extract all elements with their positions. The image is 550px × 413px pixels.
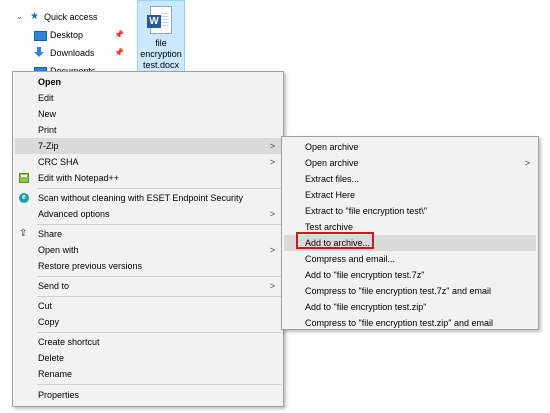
menu-item-open[interactable]: Open — [15, 74, 281, 90]
navigation-pane: ⌄ ★ Quick access Desktop 📌 Downloads 📌 D… — [0, 0, 140, 80]
menu-item-create-shortcut[interactable]: Create shortcut — [15, 334, 281, 350]
menu-item-label: Share — [38, 229, 63, 239]
menu-item-label: Open archive — [305, 142, 359, 152]
submenu-item-extract-files[interactable]: Extract files... — [284, 171, 536, 187]
document-lines — [161, 13, 169, 27]
notepad-plus-plus-icon — [19, 173, 29, 183]
menu-item-label: CRC SHA — [38, 157, 79, 167]
chevron-right-icon: > — [269, 209, 275, 219]
star-icon: ★ — [30, 11, 39, 22]
eset-icon: e — [19, 193, 29, 203]
menu-item-label: Edit — [38, 93, 54, 103]
submenu-item-compress-email[interactable]: Compress and email... — [284, 251, 536, 267]
menu-item-label: Scan without cleaning with ESET Endpoint… — [38, 193, 243, 203]
menu-item-label: Edit with Notepad++ — [38, 173, 120, 183]
submenu-item-extract-here[interactable]: Extract Here — [284, 187, 536, 203]
file-item[interactable]: W file encryption test.docx — [137, 0, 185, 82]
menu-separator — [37, 384, 281, 385]
submenu-item-open-archive[interactable]: Open archive — [284, 139, 536, 155]
downloads-icon — [34, 47, 45, 57]
menu-item-label: Delete — [38, 353, 65, 363]
submenu-item-open-archive-sub[interactable]: Open archive > — [284, 155, 536, 171]
file-name-line: test.docx — [142, 60, 180, 70]
submenu-item-extract-to[interactable]: Extract to "file encryption test\" — [284, 203, 536, 219]
menu-item-new[interactable]: New — [15, 106, 281, 122]
nav-item-label: Desktop — [50, 30, 84, 40]
menu-item-edit[interactable]: Edit — [15, 90, 281, 106]
context-menu: Open Edit New Print 7-Zip > CRC SHA > Edit… — [12, 71, 284, 407]
pin-icon: 📌 — [114, 30, 124, 39]
menu-item-open-with[interactable]: Open with > — [15, 242, 281, 258]
menu-item-share[interactable]: ⇪ Share — [15, 226, 281, 242]
chevron-down-icon[interactable]: ⌄ — [16, 9, 23, 25]
menu-item-eset-scan[interactable]: e Scan without cleaning with ESET Endpoin… — [15, 190, 281, 206]
menu-item-edit-notepad[interactable]: Edit with Notepad++ — [15, 170, 281, 186]
file-name-line: file — [155, 38, 167, 48]
menu-item-send-to[interactable]: Send to > — [15, 278, 281, 294]
menu-item-label: Cut — [38, 301, 53, 311]
nav-item-label: Downloads — [50, 48, 95, 58]
chevron-right-icon: > — [269, 141, 275, 151]
menu-separator — [37, 276, 281, 277]
menu-item-label: Extract Here — [305, 190, 356, 200]
chevron-right-icon: > — [269, 157, 275, 167]
menu-item-print[interactable]: Print — [15, 122, 281, 138]
menu-item-advanced-options[interactable]: Advanced options > — [15, 206, 281, 222]
submenu-item-add-to-zip[interactable]: Add to "file encryption test.zip" — [284, 299, 536, 315]
share-icon: ⇪ — [19, 228, 28, 239]
menu-item-label: Compress to "file encryption test.7z" an… — [305, 286, 491, 296]
file-name: file encryption test.docx — [138, 38, 184, 71]
menu-item-label: Compress to "file encryption test.zip" a… — [305, 318, 493, 328]
menu-item-label: Compress and email... — [305, 254, 396, 264]
menu-item-restore-versions[interactable]: Restore previous versions — [15, 258, 281, 274]
chevron-right-icon: > — [269, 281, 275, 291]
menu-item-label: Properties — [38, 390, 80, 400]
menu-item-cut[interactable]: Cut — [15, 298, 281, 314]
menu-item-crc-sha[interactable]: CRC SHA > — [15, 154, 281, 170]
word-logo-letter: W — [147, 15, 161, 28]
menu-item-label: Print — [38, 125, 57, 135]
desktop-folder-icon — [34, 31, 47, 41]
menu-item-label: Open with — [38, 245, 79, 255]
menu-item-label: Restore previous versions — [38, 261, 143, 271]
quick-access-label: Quick access — [44, 12, 98, 22]
chevron-right-icon: > — [524, 158, 530, 168]
menu-item-label: Open — [38, 77, 62, 87]
menu-item-delete[interactable]: Delete — [15, 350, 281, 366]
word-document-icon: W — [147, 6, 172, 34]
menu-item-label: 7-Zip — [38, 141, 59, 151]
menu-separator — [37, 332, 281, 333]
menu-item-label: Rename — [38, 369, 73, 379]
submenu-item-compress-zip-email[interactable]: Compress to "file encryption test.zip" a… — [284, 315, 536, 331]
menu-item-properties[interactable]: Properties — [15, 387, 281, 403]
menu-item-label: Send to — [38, 281, 70, 291]
menu-separator — [37, 188, 281, 189]
menu-item-label: Add to "file encryption test.7z" — [305, 270, 425, 280]
menu-item-label: Add to "file encryption test.zip" — [305, 302, 427, 312]
submenu-item-add-to-7z[interactable]: Add to "file encryption test.7z" — [284, 267, 536, 283]
pin-icon: 📌 — [114, 48, 124, 57]
menu-item-label: Extract to "file encryption test\" — [305, 206, 427, 216]
menu-item-7zip[interactable]: 7-Zip > — [15, 138, 281, 154]
highlight-annotation-box — [296, 232, 374, 249]
menu-separator — [37, 224, 281, 225]
menu-item-label: Advanced options — [38, 209, 110, 219]
menu-item-label: Extract files... — [305, 174, 360, 184]
file-name-line: encryption — [140, 49, 182, 59]
submenu-item-compress-7z-email[interactable]: Compress to "file encryption test.7z" an… — [284, 283, 536, 299]
menu-item-label: Create shortcut — [38, 337, 100, 347]
menu-item-label: Open archive — [305, 158, 359, 168]
menu-item-label: Copy — [38, 317, 60, 327]
menu-item-rename[interactable]: Rename — [15, 366, 281, 382]
menu-item-label: New — [38, 109, 57, 119]
menu-separator — [37, 296, 281, 297]
chevron-right-icon: > — [269, 245, 275, 255]
menu-item-copy[interactable]: Copy — [15, 314, 281, 330]
